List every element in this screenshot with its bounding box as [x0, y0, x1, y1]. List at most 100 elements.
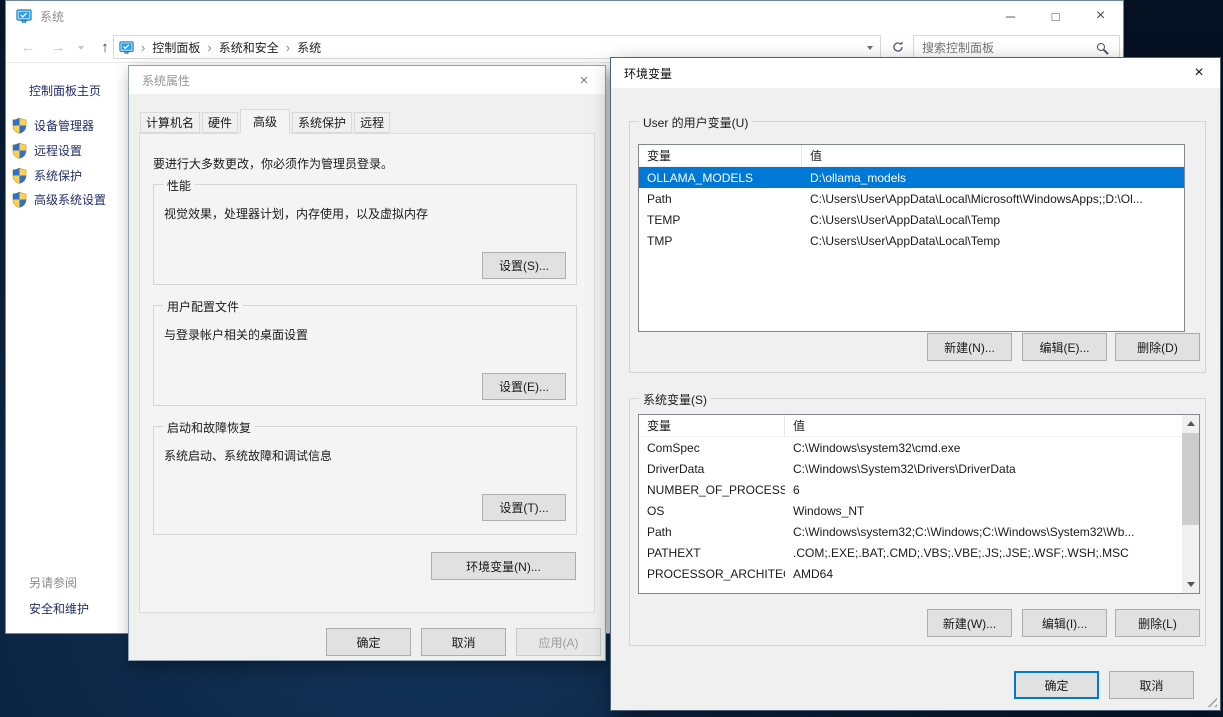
table-row[interactable]: ComSpec C:\Windows\system32\cmd.exe [639, 437, 1184, 458]
group-label: 启动和故障恢复 [163, 419, 255, 436]
sidebar-item-label: 系统保护 [34, 167, 82, 184]
ok-button[interactable]: 确定 [1014, 671, 1099, 699]
see-also-header: 另请参阅 [29, 574, 77, 591]
uac-shield-icon [12, 117, 27, 134]
recent-locations-button[interactable] [72, 31, 90, 63]
table-row[interactable]: Path C:\Windows\system32;C:\Windows;C:\W… [639, 521, 1184, 542]
table-row[interactable]: PATHEXT .COM;.EXE;.BAT;.CMD;.VBS;.VBE;.J… [639, 542, 1184, 563]
refresh-button[interactable] [887, 37, 909, 57]
column-header-variable[interactable]: 变量 [639, 415, 785, 436]
breadcrumb-system-security[interactable]: 系统和安全 [219, 39, 279, 56]
breadcrumb-control-panel[interactable]: 控制面板 [152, 39, 200, 56]
title-bar[interactable]: 系统 ─ □ × [6, 1, 1123, 31]
group-description: 视觉效果，处理器计划，内存使用，以及虚拟内存 [164, 205, 428, 222]
breadcrumb-separator: › [286, 40, 290, 55]
sidebar-item-control-panel-home[interactable]: 控制面板主页 [29, 82, 101, 99]
admin-login-note: 要进行大多数更改，你必须作为管理员登录。 [153, 155, 393, 172]
variable-name: TMP [639, 234, 802, 248]
user-profiles-settings-button[interactable]: 设置(E)... [482, 373, 566, 400]
table-row[interactable]: TMP C:\Users\User\AppData\Local\Temp [639, 230, 1184, 251]
variable-name: NUMBER_OF_PROCESSORS [639, 483, 785, 497]
table-row-selected[interactable]: OLLAMA_MODELS D:\ollama_models [639, 167, 1184, 188]
close-button[interactable]: × [1178, 58, 1220, 88]
sidebar-item-device-manager[interactable]: 设备管理器 [12, 117, 94, 134]
user-delete-button[interactable]: 删除(D) [1115, 333, 1200, 361]
variable-name: ComSpec [639, 441, 785, 455]
tab-advanced[interactable]: 高级 [240, 109, 290, 134]
table-row[interactable]: NUMBER_OF_PROCESSORS 6 [639, 479, 1184, 500]
search-placeholder: 搜索控制面板 [922, 39, 1097, 56]
scroll-up-button[interactable] [1182, 415, 1199, 432]
vertical-scrollbar[interactable] [1182, 415, 1199, 593]
close-button[interactable]: × [563, 66, 605, 94]
user-new-button[interactable]: 新建(N)... [927, 333, 1012, 361]
table-rows-area: 变量 值 ComSpec C:\Windows\system32\cmd.exe… [639, 415, 1184, 584]
breadcrumb-system[interactable]: 系统 [297, 39, 321, 56]
forward-button[interactable]: → [44, 31, 72, 63]
chevron-down-icon [78, 46, 84, 53]
uac-shield-icon [12, 167, 27, 184]
cancel-button[interactable]: 取消 [1109, 671, 1194, 699]
tab-hardware[interactable]: 硬件 [202, 112, 238, 133]
table-row[interactable]: Path C:\Users\User\AppData\Local\Microso… [639, 188, 1184, 209]
startup-recovery-settings-button[interactable]: 设置(T)... [482, 494, 566, 521]
minimize-button[interactable]: ─ [988, 1, 1033, 31]
title-bar[interactable]: 系统属性 × [129, 66, 605, 94]
address-dropdown-button[interactable] [860, 36, 880, 58]
tab-remote[interactable]: 远程 [354, 112, 390, 133]
tab-computer-name[interactable]: 计算机名 [140, 112, 200, 133]
variable-value: .COM;.EXE;.BAT;.CMD;.VBS;.VBE;.JS;.JSE;.… [785, 546, 1184, 560]
tab-system-protection[interactable]: 系统保护 [292, 112, 352, 133]
variable-name: Path [639, 192, 802, 206]
user-edit-button[interactable]: 编辑(E)... [1022, 333, 1107, 361]
group-description: 与登录帐户相关的桌面设置 [164, 326, 308, 343]
column-header-value[interactable]: 值 [785, 415, 805, 436]
sidebar-item-remote-settings[interactable]: 远程设置 [12, 142, 82, 159]
search-input[interactable]: 搜索控制面板 [913, 35, 1120, 59]
scroll-down-button[interactable] [1182, 576, 1199, 593]
table-row[interactable]: DriverData C:\Windows\System32\Drivers\D… [639, 458, 1184, 479]
scrollbar-thumb[interactable] [1182, 433, 1199, 525]
table-header: 变量 值 [639, 145, 1184, 167]
variable-value: C:\Windows\system32;C:\Windows;C:\Window… [785, 525, 1184, 539]
environment-variables-button[interactable]: 环境变量(N)... [431, 552, 576, 580]
column-header-variable[interactable]: 变量 [639, 145, 802, 166]
variable-value: Windows_NT [785, 504, 1184, 518]
window-title: 系统 [40, 8, 64, 25]
variable-value: C:\Users\User\AppData\Local\Microsoft\Wi… [802, 192, 1184, 206]
table-header: 变量 值 [639, 415, 1184, 437]
resize-grip[interactable] [1206, 696, 1217, 707]
sidebar-item-advanced-system-settings[interactable]: 高级系统设置 [12, 191, 106, 208]
sidebar-item-label: 高级系统设置 [34, 191, 106, 208]
advanced-tab-page: 要进行大多数更改，你必须作为管理员登录。 性能 视觉效果，处理器计划，内存使用，… [139, 133, 595, 613]
variable-value: C:\Windows\System32\Drivers\DriverData [785, 462, 1184, 476]
column-header-value[interactable]: 值 [802, 145, 822, 166]
table-row[interactable]: PROCESSOR_ARCHITECT... AMD64 [639, 563, 1184, 584]
table-row[interactable]: OS Windows_NT [639, 500, 1184, 521]
system-new-button[interactable]: 新建(W)... [927, 609, 1012, 637]
cancel-button[interactable]: 取消 [421, 628, 506, 656]
sidebar-item-system-protection[interactable]: 系统保护 [12, 167, 82, 184]
apply-button[interactable]: 应用(A) [516, 628, 601, 656]
address-bar[interactable]: › 控制面板 › 系统和安全 › 系统 [113, 35, 881, 59]
close-button[interactable]: × [1078, 1, 1123, 31]
chevron-down-icon [867, 46, 873, 53]
variable-name: OS [639, 504, 785, 518]
ok-button[interactable]: 确定 [326, 628, 411, 656]
maximize-button[interactable]: □ [1033, 1, 1078, 31]
user-profiles-group: 用户配置文件 与登录帐户相关的桌面设置 设置(E)... [153, 305, 577, 406]
system-delete-button[interactable]: 删除(L) [1115, 609, 1200, 637]
computer-icon [16, 8, 32, 24]
sidebar-item-label: 远程设置 [34, 142, 82, 159]
title-bar[interactable]: 环境变量 × [611, 58, 1220, 88]
group-label: User 的用户变量(U) [639, 114, 752, 131]
table-row[interactable]: TEMP C:\Users\User\AppData\Local\Temp [639, 209, 1184, 230]
system-edit-button[interactable]: 编辑(I)... [1022, 609, 1107, 637]
uac-shield-icon [12, 142, 27, 159]
system-properties-dialog: 系统属性 × 计算机名 硬件 高级 系统保护 远程 要进行大多数更改，你必须作为… [128, 65, 606, 661]
variable-value: C:\Users\User\AppData\Local\Temp [802, 213, 1184, 227]
performance-group: 性能 视觉效果，处理器计划，内存使用，以及虚拟内存 设置(S)... [153, 184, 577, 285]
sidebar-item-security-maintenance[interactable]: 安全和维护 [29, 600, 89, 617]
back-button[interactable]: ← [14, 31, 42, 63]
performance-settings-button[interactable]: 设置(S)... [482, 252, 566, 279]
